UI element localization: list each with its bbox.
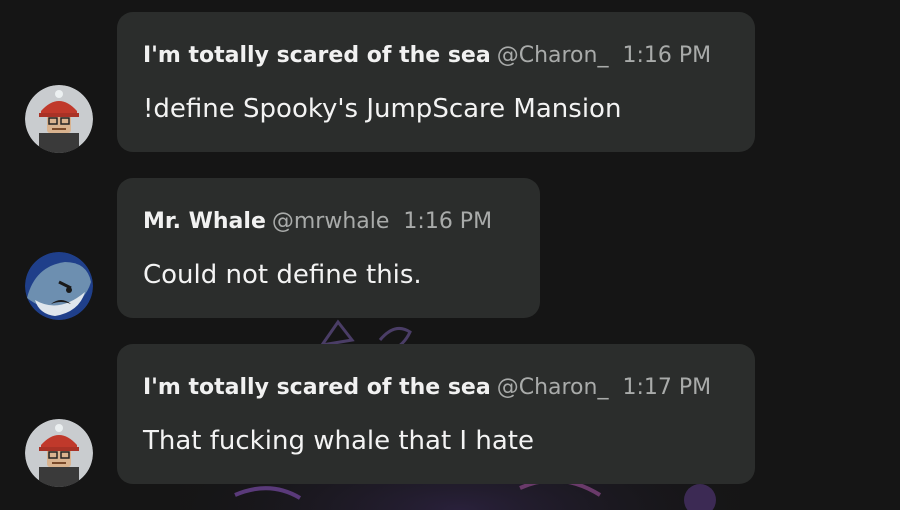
message-text: That fucking whale that I hate	[143, 426, 534, 456]
message-header: I'm totally scared of the sea @Charon_ 1:1…	[143, 42, 711, 70]
message-text: Could not define this.	[143, 260, 422, 290]
message-header: Mr. Whale @mrwhale 1:16 PM	[143, 208, 492, 236]
timestamp: 1:16 PM	[403, 209, 493, 234]
timestamp: 1:17 PM	[622, 375, 712, 400]
angry-whale-avatar-icon	[25, 252, 93, 320]
message-bubble: I'm totally scared of the sea @Charon_ 1:1…	[117, 344, 755, 484]
message-header: I'm totally scared of the sea @Charon_ 1:1…	[143, 374, 711, 402]
message-bubble: I'm totally scared of the sea @Charon_ 1:1…	[117, 12, 755, 152]
user-avatar[interactable]	[25, 252, 93, 320]
message-text: !define Spooky's JumpScare Mansion	[143, 94, 622, 124]
user-avatar[interactable]	[25, 85, 93, 153]
author-name[interactable]: Mr. Whale	[143, 209, 266, 234]
timestamp: 1:16 PM	[622, 43, 712, 68]
message-bubble: Mr. Whale @mrwhale 1:16 PM Could not defin…	[117, 178, 540, 318]
author-handle: @Charon_	[496, 43, 609, 68]
author-name[interactable]: I'm totally scared of the sea	[143, 375, 491, 400]
skater-boy-avatar-icon	[25, 419, 93, 487]
author-handle: @Charon_	[496, 375, 609, 400]
author-handle: @mrwhale	[271, 209, 390, 234]
user-avatar[interactable]	[25, 419, 93, 487]
skater-boy-avatar-icon	[25, 85, 93, 153]
author-name[interactable]: I'm totally scared of the sea	[143, 43, 491, 68]
chat-screen: I'm totally scared of the sea @Charon_ 1:1…	[0, 0, 900, 510]
